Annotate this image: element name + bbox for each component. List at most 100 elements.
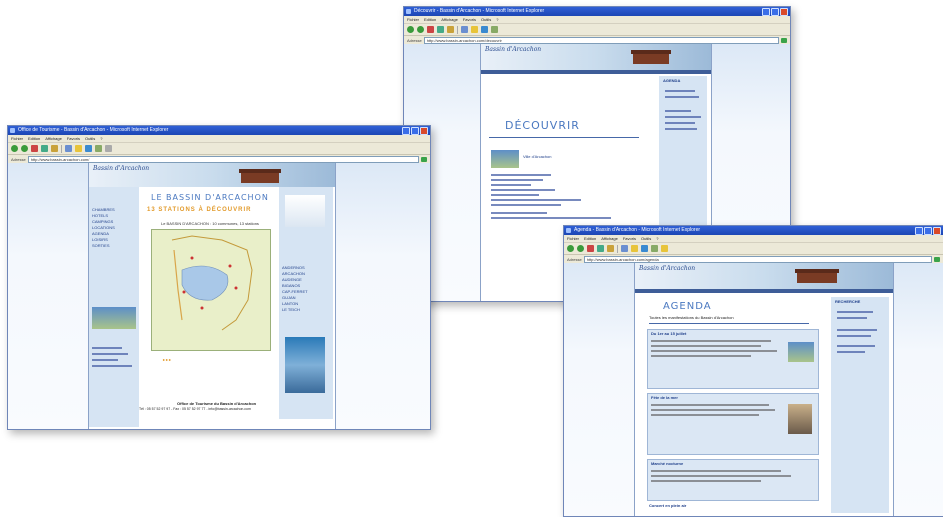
menu-edit[interactable]: Edition xyxy=(584,236,596,241)
home-icon[interactable] xyxy=(51,145,58,152)
media-icon[interactable] xyxy=(641,245,648,252)
sidebar-link-4[interactable]: AGENDA xyxy=(92,231,109,236)
maximize-button[interactable] xyxy=(924,227,932,235)
back-icon[interactable] xyxy=(11,145,18,152)
town-link-0[interactable]: ANDERNOS xyxy=(282,265,305,270)
event-photo[interactable] xyxy=(788,342,814,362)
menu-help[interactable]: ? xyxy=(656,236,658,241)
menu-bar: Fichier Edition Affichage Favoris Outils? xyxy=(8,135,430,143)
site-banner: Bassin d'Arcachon xyxy=(635,263,893,289)
nav-strip[interactable] xyxy=(635,289,893,293)
home-icon[interactable] xyxy=(607,245,614,252)
close-button[interactable] xyxy=(780,8,788,16)
forward-icon[interactable] xyxy=(577,245,584,252)
go-button[interactable] xyxy=(934,256,940,262)
site-logo[interactable]: Bassin d'Arcachon xyxy=(485,46,541,53)
search-icon[interactable] xyxy=(65,145,72,152)
sidebar-link-6[interactable]: SORTIES xyxy=(92,243,110,248)
stop-icon[interactable] xyxy=(427,26,434,33)
town-link-3[interactable]: BIGANOS xyxy=(282,283,300,288)
mail-icon[interactable] xyxy=(105,145,112,152)
menu-view[interactable]: Affichage xyxy=(601,236,618,241)
event-card-1[interactable]: Fête de la mer xyxy=(647,393,819,455)
media-icon[interactable] xyxy=(85,145,92,152)
maximize-button[interactable] xyxy=(771,8,779,16)
sidebar-link-3[interactable]: LOCATIONS xyxy=(92,225,115,230)
favorites-icon[interactable] xyxy=(631,245,638,252)
address-field[interactable]: http://www.bassin-arcachon.com/decouvrir xyxy=(423,36,779,44)
history-icon[interactable] xyxy=(95,145,102,152)
menu-favorites[interactable]: Favoris xyxy=(463,17,476,22)
event-card-2[interactable]: Marché nocturne xyxy=(647,459,819,501)
nav-strip[interactable] xyxy=(481,70,711,74)
minimize-button[interactable] xyxy=(762,8,770,16)
event-date: Du 1er au 15 juillet xyxy=(651,331,687,336)
menu-file[interactable]: Fichier xyxy=(567,236,579,241)
refresh-icon[interactable] xyxy=(437,26,444,33)
forward-icon[interactable] xyxy=(21,145,28,152)
town-link-1[interactable]: ARCACHON xyxy=(282,271,305,276)
sidebar-link-0[interactable]: CHAMBRES xyxy=(92,207,115,212)
stop-icon[interactable] xyxy=(587,245,594,252)
page-viewport: Bassin d'Arcachon CHAMBRES HOTELS CAMPIN… xyxy=(8,163,430,429)
sidebar-link-2[interactable]: CAMPINGS xyxy=(92,219,113,224)
menu-favorites[interactable]: Favoris xyxy=(67,136,80,141)
favorites-icon[interactable] xyxy=(471,26,478,33)
event-title-3[interactable]: Concert en plein air xyxy=(649,503,686,508)
close-button[interactable] xyxy=(933,227,941,235)
search-icon[interactable] xyxy=(461,26,468,33)
history-icon[interactable] xyxy=(651,245,658,252)
back-icon[interactable] xyxy=(407,26,414,33)
back-icon[interactable] xyxy=(567,245,574,252)
town-link-7[interactable]: LE TEICH xyxy=(282,307,300,312)
sidebar-link-1[interactable]: HOTELS xyxy=(92,213,108,218)
media-icon[interactable] xyxy=(481,26,488,33)
menu-help[interactable]: ? xyxy=(100,136,102,141)
refresh-icon[interactable] xyxy=(41,145,48,152)
event-photo[interactable] xyxy=(788,404,812,434)
town-thumbnail[interactable] xyxy=(491,150,519,168)
bassin-map[interactable] xyxy=(151,229,271,351)
menu-tools[interactable]: Outils xyxy=(85,136,95,141)
menu-edit[interactable]: Edition xyxy=(28,136,40,141)
home-icon[interactable] xyxy=(447,26,454,33)
menu-edit[interactable]: Edition xyxy=(424,17,436,22)
menu-file[interactable]: Fichier xyxy=(407,17,419,22)
title-bar: Office de Tourisme - Bassin d'Arcachon -… xyxy=(8,126,430,135)
menu-favorites[interactable]: Favoris xyxy=(623,236,636,241)
forward-icon[interactable] xyxy=(417,26,424,33)
close-button[interactable] xyxy=(420,127,428,135)
address-field[interactable]: http://www.bassin-arcachon.com/ xyxy=(27,155,419,163)
search-icon[interactable] xyxy=(621,245,628,252)
minimize-button[interactable] xyxy=(402,127,410,135)
brochure-cover[interactable] xyxy=(285,337,325,393)
sidebar-link-5[interactable]: LOISIRS xyxy=(92,237,108,242)
town-link-4[interactable]: CAP-FERRET xyxy=(282,289,308,294)
refresh-icon[interactable] xyxy=(597,245,604,252)
favorites-icon[interactable] xyxy=(75,145,82,152)
town-link-6[interactable]: LANTON xyxy=(282,301,298,306)
item-label[interactable]: Ville d'Arcachon xyxy=(523,154,551,159)
menu-tools[interactable]: Outils xyxy=(641,236,651,241)
map-link[interactable]: ▸▸▸ xyxy=(163,357,172,362)
site-logo[interactable]: Bassin d'Arcachon xyxy=(93,165,149,172)
site-logo[interactable]: Bassin d'Arcachon xyxy=(639,265,695,272)
beach-photo[interactable] xyxy=(92,307,136,329)
stop-icon[interactable] xyxy=(31,145,38,152)
menu-tools[interactable]: Outils xyxy=(481,17,491,22)
minimize-button[interactable] xyxy=(915,227,923,235)
folder-icon[interactable] xyxy=(661,245,668,252)
history-icon[interactable] xyxy=(491,26,498,33)
maximize-button[interactable] xyxy=(411,127,419,135)
town-link-2[interactable]: AUDENGE xyxy=(282,277,302,282)
menu-file[interactable]: Fichier xyxy=(11,136,23,141)
go-button[interactable] xyxy=(421,156,427,162)
region-silhouette xyxy=(285,195,325,227)
menu-view[interactable]: Affichage xyxy=(45,136,62,141)
event-card-0[interactable]: Du 1er au 15 juillet xyxy=(647,329,819,389)
menu-view[interactable]: Affichage xyxy=(441,17,458,22)
address-field[interactable]: http://www.bassin-arcachon.com/agenda xyxy=(583,255,932,263)
town-link-5[interactable]: GUJAN xyxy=(282,295,296,300)
go-button[interactable] xyxy=(781,37,787,43)
menu-help[interactable]: ? xyxy=(496,17,498,22)
